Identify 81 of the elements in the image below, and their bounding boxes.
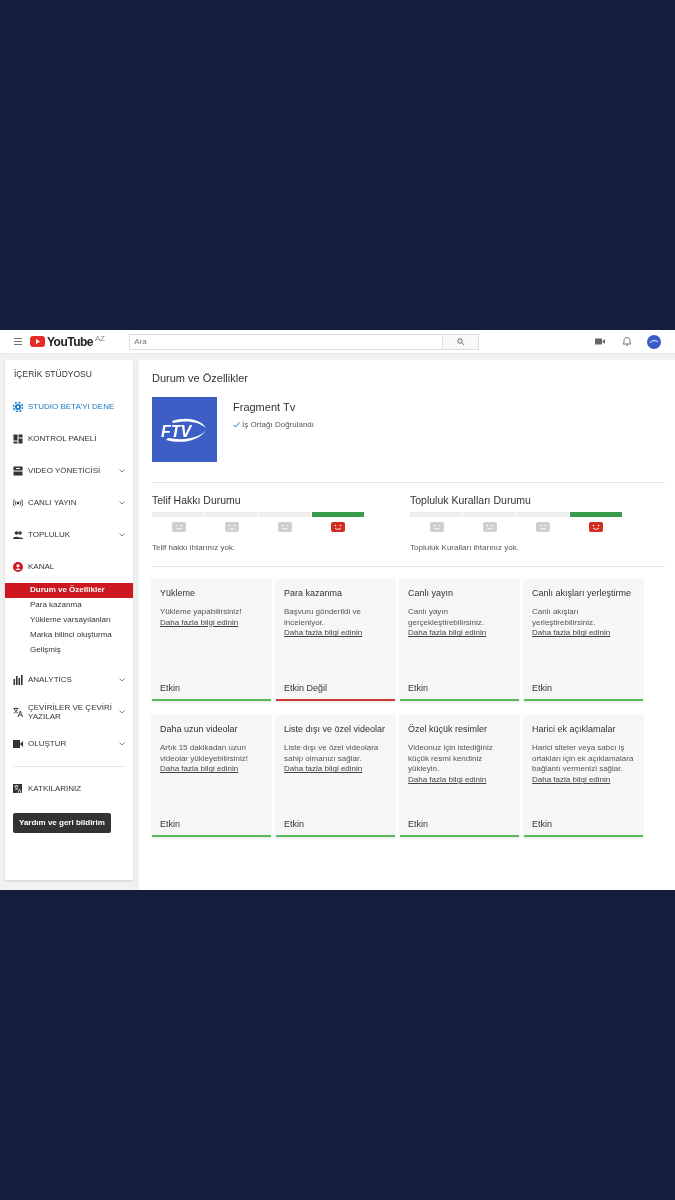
smiley-icon [589,522,604,533]
chevron-down-icon [119,468,125,473]
feedback-button[interactable]: Yardım ve geri bildirim [13,812,111,833]
feature-status: Etkin Değil [284,681,329,695]
play-icon[interactable] [30,336,45,347]
sidebar-item[interactable]: VIDEO YÖNETİCİSİ [5,454,133,487]
learn-more-link[interactable]: Daha fazla bilgi edinin [408,775,487,785]
feature-title: Liste dışı ve özel videolar [284,723,387,737]
status-title: Telif Hakkı Durumu [152,492,242,508]
smiley-icon [331,522,346,533]
feature-description: Canlı yayın gerçekleştirebilirsiniz. Daha fazla bilgi edinin [408,606,488,640]
feature-title: Harici ek açıklamalar [532,723,617,737]
feature-status: Etkin [284,817,305,831]
neutral-face-icon [171,522,186,533]
feature-status: Etkin [408,681,429,695]
feature-status: Etkin [160,817,181,831]
sidebar-subitem[interactable]: Marka bilinci oluşturma [5,627,133,643]
learn-more-link[interactable]: Daha fazla bilgi edinin [284,764,363,774]
chevron-down-icon [119,500,125,505]
sidebar-item[interactable]: ÇEVİRİLER VE ÇEVİRİ YAZILAR [5,695,133,728]
neutral-face-icon [429,522,444,533]
sidebar-item[interactable]: ANALYTICS [5,663,133,696]
video-camera-icon[interactable] [595,338,605,345]
sidebar-item[interactable]: KANAL [5,550,133,583]
check-icon [233,422,240,428]
feature-title: Yükleme [160,587,196,601]
feature-status: Etkin [408,817,429,831]
chevron-down-icon [119,677,125,682]
menu-icon[interactable] [14,338,22,345]
sidebar-subitem[interactable]: Durum ve Özellikler [5,582,133,598]
learn-more-link[interactable]: Daha fazla bilgi edinin [532,775,611,785]
status-message: Telif hakkı ihtarınız yok. [152,542,237,555]
feature-title: Özel küçük resimler [408,723,489,737]
feature-description: Liste dışı ve özel videolara sahip olmanızı sağlar. Daha fazla bilgi edinin [284,742,380,776]
channel-logo: FTV [152,396,217,462]
feature-description: Yükleme yapabilirsiniz! Daha fazla bilgi edinin [160,606,243,629]
sidebar-heading: İÇERİK STÜDYOSU [13,368,93,381]
logo-text[interactable]: YouTube [47,332,94,351]
feature-title: Para kazanma [284,587,344,601]
sidebar-subitem[interactable]: Para kazanma [5,597,133,613]
learn-more-link[interactable]: Daha fazla bilgi edinin [160,764,239,774]
feature-title: Daha uzun videolar [160,723,239,737]
search-icon [457,338,465,345]
feature-description: Artık 15 dakikadan uzun videolar yükleyebilirsiniz! Daha fazla bilgi edinin [160,742,250,776]
sidebar-item[interactable]: KONTROL PANELİ [5,422,133,455]
feature-title: Canlı yayın [408,587,455,601]
neutral-face-icon [482,522,497,533]
feature-description: Harici siteler veya sabcı iş ortakları için ek açıklamalara bağlantı vermenizi sağlar. Daha fazla bilgi edinin [532,742,635,786]
chevron-down-icon [119,532,125,537]
bell-icon[interactable] [623,337,631,346]
avatar-icon[interactable] [647,334,661,349]
neutral-face-icon [224,522,239,533]
region-label: AZ [95,332,105,345]
feature-description: Videonuz için istediğiniz küçük resmi kendiniz yükleyin. Daha fazla bilgi edinin [408,742,494,786]
sidebar-item[interactable]: TOPLULUK [5,518,133,551]
search-box[interactable]: Ara [129,333,480,350]
neutral-face-icon [536,522,551,533]
sidebar-item[interactable]: OLUŞTUR [5,727,133,760]
learn-more-link[interactable]: Daha fazla bilgi edinin [408,628,487,638]
sidebar-item[interactable]: KATKILARINIZ [5,772,133,805]
page-title: Durum ve Özellikler [152,371,249,386]
feature-status: Etkin [532,817,553,831]
feature-description: Canlı akışları yerleştirebilirsiniz. Daha fazla bilgi edinin [532,606,612,640]
chevron-down-icon [119,741,125,746]
channel-name: Fragment Tv [233,399,297,415]
chevron-down-icon [119,709,125,714]
status-title: Topluluk Kuralları Durumu [410,492,532,508]
sidebar-item[interactable]: CANLI YAYIN [5,486,133,519]
sidebar-subitem[interactable]: Yükleme varsayılanları [5,612,133,628]
neutral-face-icon [278,522,293,533]
learn-more-link[interactable]: Daha fazla bilgi edinin [532,628,611,638]
status-message: Topluluk Kuralları ihtarınız yok. [410,542,520,555]
feature-status: Etkin [532,681,553,695]
sidebar-item[interactable]: STUDIO BETA'YI DENE [5,390,133,423]
learn-more-link[interactable]: Daha fazla bilgi edinin [160,617,239,627]
feature-title: Canlı akışları yerleştirme [532,587,633,601]
verified-label: İş Ortağı Doğrulandı [242,419,315,431]
sidebar-subitem[interactable]: Gelişmiş [5,642,133,658]
feature-status: Etkin [160,681,181,695]
feature-description: Başvuru gönderildi ve inceleniyor. Daha fazla bilgi edinin [284,606,364,640]
learn-more-link[interactable]: Daha fazla bilgi edinin [284,628,363,638]
